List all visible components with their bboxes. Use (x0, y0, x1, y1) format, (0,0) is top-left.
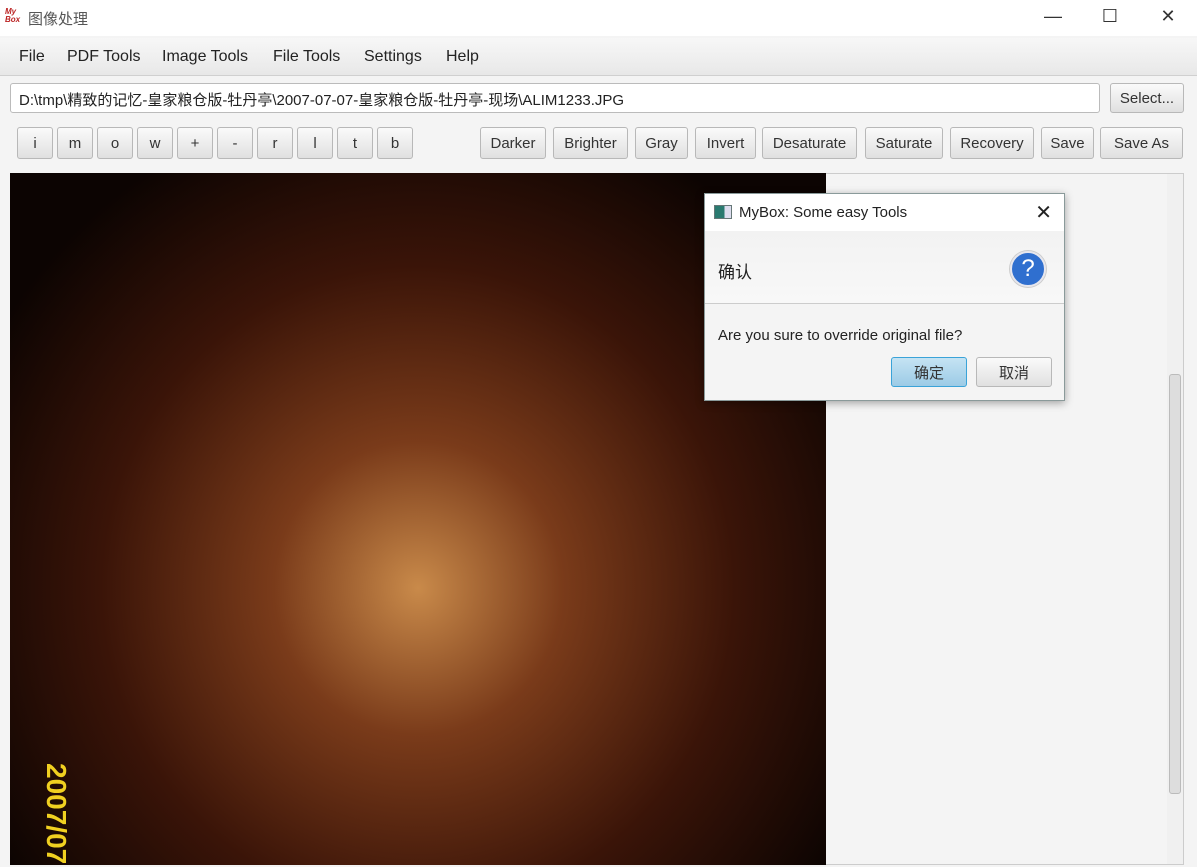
menu-pdf-tools[interactable]: PDF Tools (67, 48, 141, 66)
scrollbar-thumb[interactable] (1169, 374, 1181, 794)
saturate-button[interactable]: Saturate (865, 127, 943, 159)
cancel-button[interactable]: 取消 (976, 357, 1052, 387)
darker-button[interactable]: Darker (480, 127, 546, 159)
menu-settings[interactable]: Settings (364, 48, 422, 66)
minimize-button[interactable]: — (1038, 6, 1068, 27)
nav-button-8[interactable]: t (337, 127, 373, 159)
dialog-banner: 确认 ? (705, 231, 1064, 304)
nav-button-4[interactable]: + (177, 127, 213, 159)
brighter-button[interactable]: Brighter (553, 127, 628, 159)
nav-button-3[interactable]: w (137, 127, 173, 159)
dialog-title: MyBox: Some easy Tools (739, 204, 908, 221)
dialog-header: MyBox: Some easy Tools ✕ (705, 194, 1064, 231)
close-button[interactable]: ✕ (1153, 6, 1183, 27)
title-bar: My Box 图像处理 — ☐ ✕ (0, 0, 1197, 36)
menu-image-tools[interactable]: Image Tools (162, 48, 248, 66)
select-button[interactable]: Select... (1110, 83, 1184, 113)
nav-button-7[interactable]: l (297, 127, 333, 159)
dialog-message: Are you sure to override original file? (718, 327, 963, 344)
date-stamp: 2007/07 (41, 763, 72, 865)
save-button[interactable]: Save (1041, 127, 1094, 159)
nav-button-0[interactable]: i (17, 127, 53, 159)
window-title: 图像处理 (28, 11, 89, 28)
recovery-button[interactable]: Recovery (950, 127, 1034, 159)
dialog-close-icon[interactable]: ✕ (1035, 200, 1052, 225)
menu-bar: File PDF Tools Image Tools File Tools Se… (0, 38, 1197, 76)
nav-button-6[interactable]: r (257, 127, 293, 159)
nav-button-9[interactable]: b (377, 127, 413, 159)
gray-button[interactable]: Gray (635, 127, 688, 159)
nav-button-2[interactable]: o (97, 127, 133, 159)
desaturate-button[interactable]: Desaturate (762, 127, 857, 159)
nav-button-5[interactable]: - (217, 127, 253, 159)
ok-button[interactable]: 确定 (891, 357, 967, 387)
invert-button[interactable]: Invert (695, 127, 756, 159)
menu-file[interactable]: File (19, 48, 45, 66)
dialog-heading: 确认 (718, 263, 752, 282)
maximize-button[interactable]: ☐ (1095, 6, 1125, 27)
question-icon: ? (1010, 251, 1046, 287)
vertical-scrollbar[interactable] (1167, 174, 1183, 864)
app-logo: My Box (5, 7, 21, 24)
confirm-dialog: MyBox: Some easy Tools ✕ 确认 ? Are you su… (704, 193, 1065, 401)
nav-button-1[interactable]: m (57, 127, 93, 159)
save-as-button[interactable]: Save As (1100, 127, 1183, 159)
window-icon (714, 205, 732, 219)
menu-file-tools[interactable]: File Tools (273, 48, 340, 66)
menu-help[interactable]: Help (446, 48, 479, 66)
file-path-input[interactable]: D:\tmp\精致的记忆-皇家粮仓版-牡丹亭\2007-07-07-皇家粮仓版-… (10, 83, 1100, 113)
